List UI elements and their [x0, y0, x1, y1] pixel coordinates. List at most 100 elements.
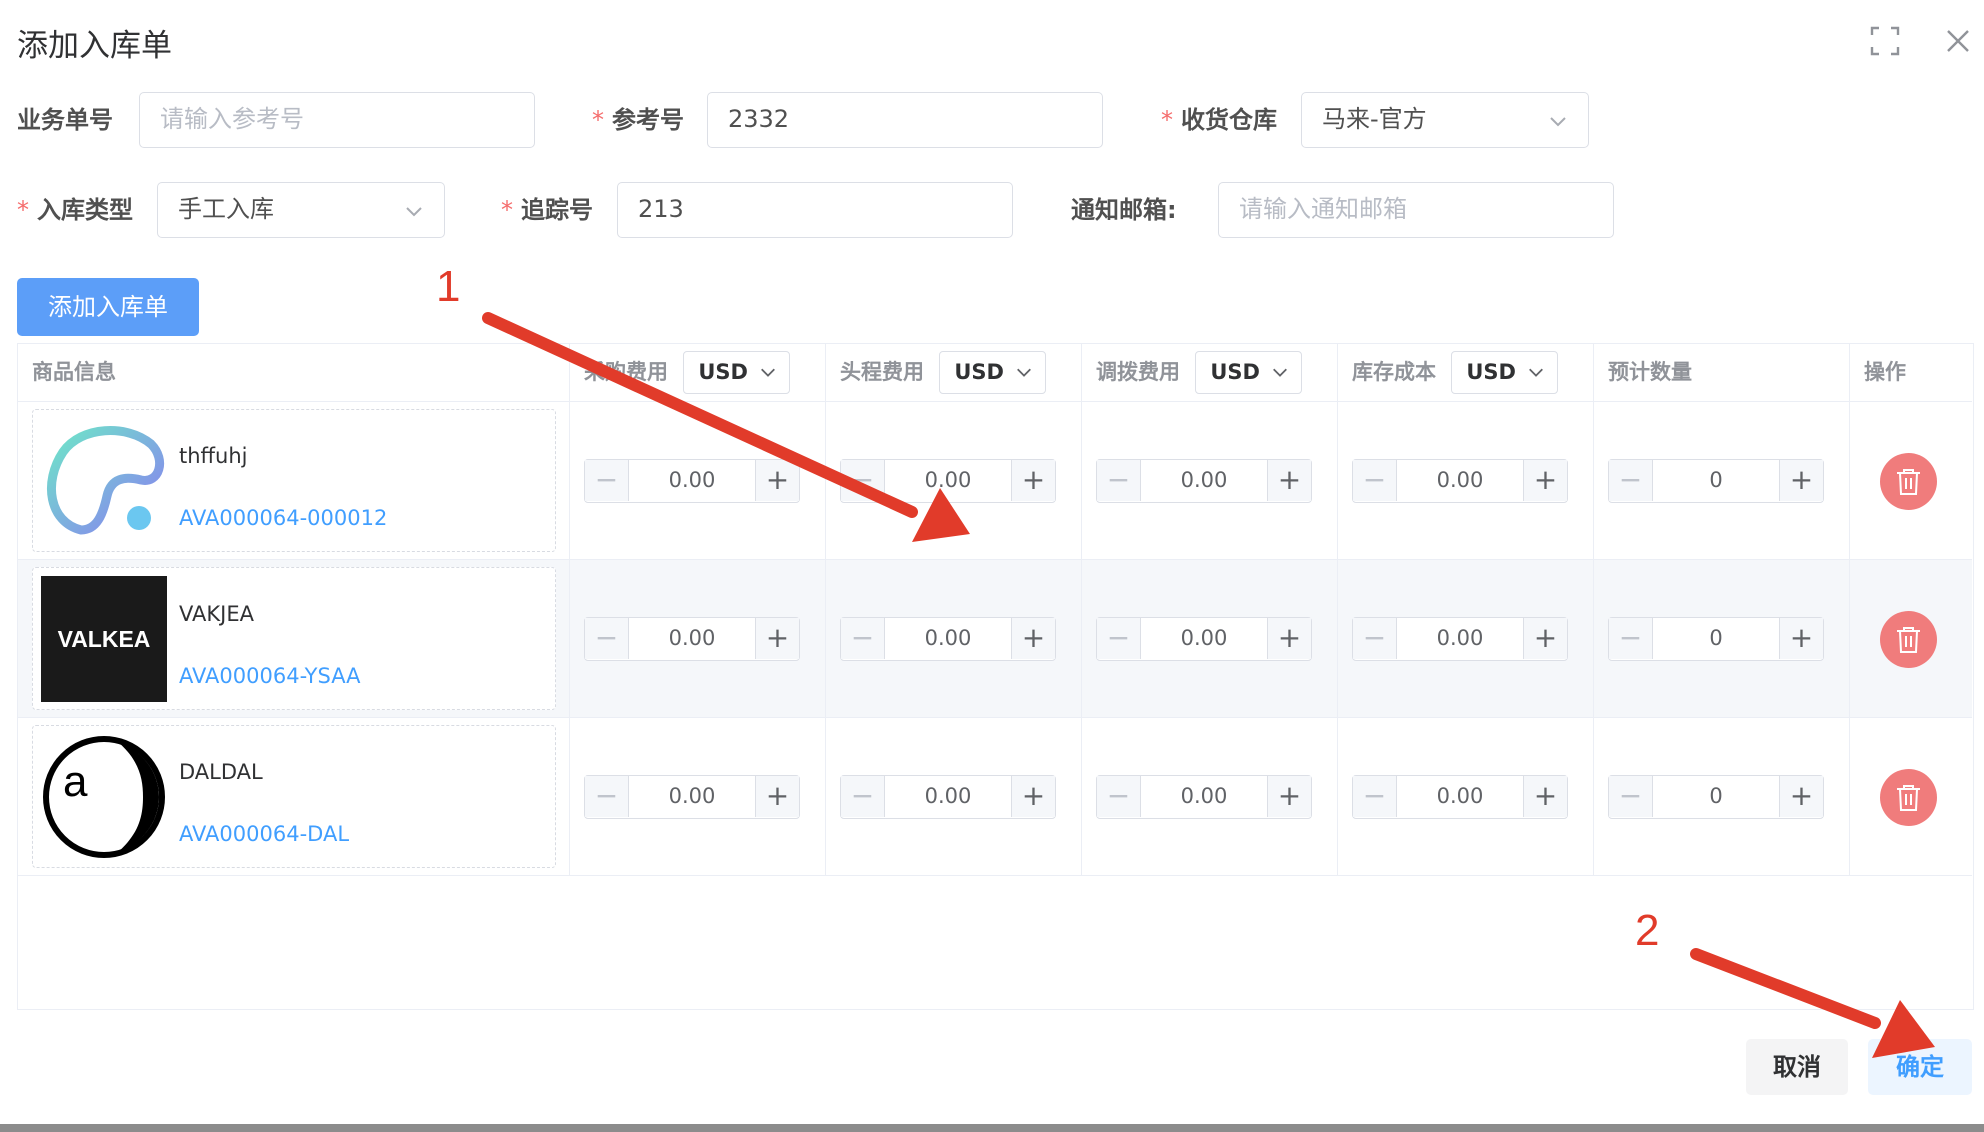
purchase-cost-value[interactable]: 0.00 — [629, 776, 755, 817]
increment-button[interactable]: + — [1523, 618, 1567, 659]
first-leg-cost-stepper[interactable]: − 0.00 + — [840, 459, 1056, 503]
increment-button[interactable]: + — [1267, 460, 1311, 501]
transfer-cost-value[interactable]: 0.00 — [1141, 776, 1267, 817]
delete-row-button[interactable] — [1880, 453, 1937, 510]
inbound-type-select[interactable]: 手工入库 — [157, 182, 445, 238]
first-leg-cost-value[interactable]: 0.00 — [885, 460, 1011, 501]
decrement-button[interactable]: − — [1609, 618, 1653, 659]
stock-cost-stepper[interactable]: − 0.00 + — [1352, 775, 1568, 819]
decrement-button[interactable]: − — [841, 776, 885, 817]
expected-qty-stepper[interactable]: − 0 + — [1608, 775, 1824, 819]
close-icon[interactable] — [1941, 24, 1975, 58]
purchase-cost-value[interactable]: 0.00 — [629, 460, 755, 501]
decrement-button[interactable]: − — [841, 460, 885, 501]
confirm-button[interactable]: 确定 — [1868, 1039, 1972, 1095]
cancel-button[interactable]: 取消 — [1746, 1039, 1848, 1095]
annotation-label-1: 1 — [436, 262, 461, 311]
header-transfer-cost: 调拨费用 USD — [1082, 344, 1338, 402]
first-leg-cost-value[interactable]: 0.00 — [885, 776, 1011, 817]
transfer-currency-select[interactable]: USD — [1195, 351, 1303, 394]
decrement-button[interactable]: − — [1353, 618, 1397, 659]
decrement-button[interactable]: − — [1353, 776, 1397, 817]
increment-button[interactable]: + — [1011, 460, 1055, 501]
tracking-no-input[interactable]: 213 — [617, 182, 1013, 238]
first-leg-cost-cell: − 0.00 + — [826, 560, 1082, 718]
chevron-down-icon — [761, 368, 776, 377]
stock-cost-cell: − 0.00 + — [1338, 560, 1594, 718]
product-cell: thffuhj AVA000064-000012 — [18, 402, 570, 560]
decrement-button[interactable]: − — [585, 460, 629, 501]
business-no-input[interactable]: 请输入参考号 — [139, 92, 535, 148]
decrement-button[interactable]: − — [841, 618, 885, 659]
product-sku-link[interactable]: AVA000064-000012 — [179, 506, 387, 530]
expected-qty-value[interactable]: 0 — [1653, 460, 1779, 501]
decrement-button[interactable]: − — [1609, 460, 1653, 501]
increment-button[interactable]: + — [755, 618, 799, 659]
transfer-cost-stepper[interactable]: − 0.00 + — [1096, 617, 1312, 661]
first-leg-cost-stepper[interactable]: − 0.00 + — [840, 775, 1056, 819]
delete-row-button[interactable] — [1880, 769, 1937, 826]
svg-text:VALKEA: VALKEA — [58, 626, 151, 652]
increment-button[interactable]: + — [755, 776, 799, 817]
delete-row-button[interactable] — [1880, 611, 1937, 668]
expected-qty-cell: − 0 + — [1594, 402, 1850, 560]
decrement-button[interactable]: − — [585, 618, 629, 659]
purchase-cost-stepper[interactable]: − 0.00 + — [584, 775, 800, 819]
fullscreen-icon[interactable] — [1868, 24, 1902, 58]
warehouse-select[interactable]: 马来-官方 — [1301, 92, 1589, 148]
increment-button[interactable]: + — [1267, 618, 1311, 659]
warehouse-label: * 收货仓库 — [1161, 106, 1277, 134]
purchase-cost-stepper[interactable]: − 0.00 + — [584, 459, 800, 503]
increment-button[interactable]: + — [755, 460, 799, 501]
first-leg-cost-stepper[interactable]: − 0.00 + — [840, 617, 1056, 661]
action-cell — [1850, 402, 1972, 560]
transfer-cost-stepper[interactable]: − 0.00 + — [1096, 459, 1312, 503]
decrement-button[interactable]: − — [1097, 776, 1141, 817]
decrement-button[interactable]: − — [585, 776, 629, 817]
purchase-cost-value[interactable]: 0.00 — [629, 618, 755, 659]
stock-cost-value[interactable]: 0.00 — [1397, 776, 1523, 817]
purchase-cost-stepper[interactable]: − 0.00 + — [584, 617, 800, 661]
product-name: thffuhj — [179, 444, 248, 468]
first-leg-currency-select[interactable]: USD — [939, 351, 1047, 394]
expected-qty-stepper[interactable]: − 0 + — [1608, 617, 1824, 661]
decrement-button[interactable]: − — [1097, 618, 1141, 659]
increment-button[interactable]: + — [1779, 460, 1823, 501]
trash-icon — [1897, 785, 1920, 811]
increment-button[interactable]: + — [1523, 460, 1567, 501]
expected-qty-value[interactable]: 0 — [1653, 776, 1779, 817]
chevron-down-icon — [1529, 368, 1544, 377]
product-sku-link[interactable]: AVA000064-DAL — [179, 822, 349, 846]
stock-cost-currency-select[interactable]: USD — [1451, 351, 1559, 394]
product-cell: VALKEA VAKJEA AVA000064-YSAA — [18, 560, 570, 718]
increment-button[interactable]: + — [1011, 618, 1055, 659]
expected-qty-value[interactable]: 0 — [1653, 618, 1779, 659]
increment-button[interactable]: + — [1267, 776, 1311, 817]
add-inbound-button[interactable]: 添加入库单 — [17, 278, 199, 336]
increment-button[interactable]: + — [1523, 776, 1567, 817]
expected-qty-stepper[interactable]: − 0 + — [1608, 459, 1824, 503]
stock-cost-stepper[interactable]: − 0.00 + — [1352, 617, 1568, 661]
notify-email-input[interactable]: 请输入通知邮箱 — [1218, 182, 1614, 238]
transfer-cost-stepper[interactable]: − 0.00 + — [1096, 775, 1312, 819]
bottom-edge-bar — [0, 1124, 1984, 1132]
transfer-cost-value[interactable]: 0.00 — [1141, 460, 1267, 501]
decrement-button[interactable]: − — [1353, 460, 1397, 501]
increment-button[interactable]: + — [1779, 776, 1823, 817]
purchase-currency-select[interactable]: USD — [683, 351, 791, 394]
action-cell — [1850, 560, 1972, 718]
dialog-title: 添加入库单 — [17, 28, 172, 64]
stock-cost-stepper[interactable]: − 0.00 + — [1352, 459, 1568, 503]
product-name: VAKJEA — [179, 602, 254, 626]
decrement-button[interactable]: − — [1609, 776, 1653, 817]
decrement-button[interactable]: − — [1097, 460, 1141, 501]
increment-button[interactable]: + — [1779, 618, 1823, 659]
stock-cost-value[interactable]: 0.00 — [1397, 460, 1523, 501]
first-leg-cost-value[interactable]: 0.00 — [885, 618, 1011, 659]
stock-cost-value[interactable]: 0.00 — [1397, 618, 1523, 659]
product-sku-link[interactable]: AVA000064-YSAA — [179, 664, 361, 688]
increment-button[interactable]: + — [1011, 776, 1055, 817]
transfer-cost-value[interactable]: 0.00 — [1141, 618, 1267, 659]
product-image: VALKEA — [41, 576, 167, 702]
reference-no-input[interactable]: 2332 — [707, 92, 1103, 148]
